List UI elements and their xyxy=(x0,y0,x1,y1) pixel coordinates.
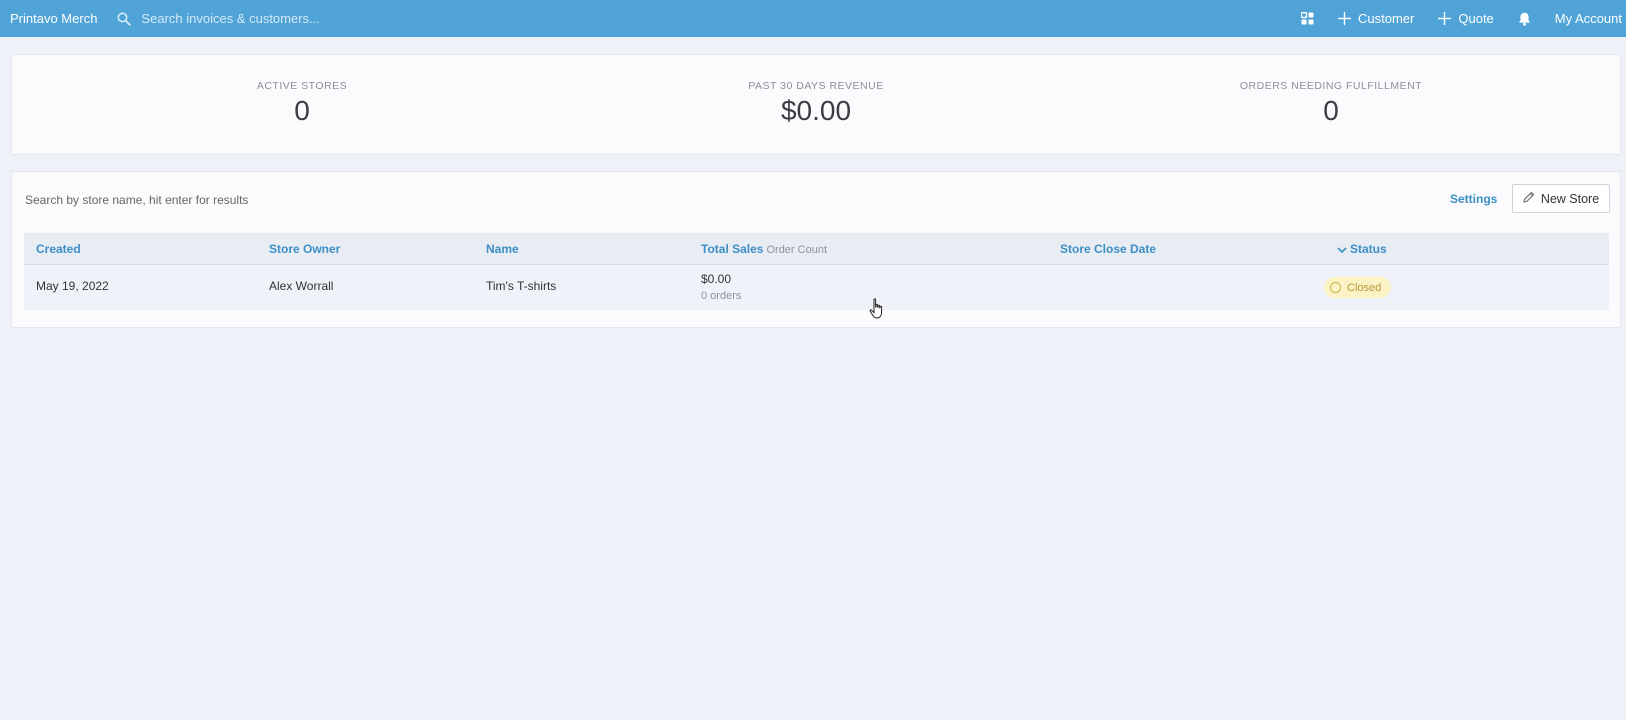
order-count-value: 0 orders xyxy=(701,290,742,302)
status-badge-label: Closed xyxy=(1347,281,1382,294)
grid-icon xyxy=(1301,12,1314,25)
top-right-actions: Customer Quote My Account xyxy=(1277,0,1622,37)
table-row[interactable]: May 19, 2022 Alex Worrall Tim's T-shirts… xyxy=(24,265,1609,310)
global-search xyxy=(117,11,442,26)
top-navigation-bar: Printavo Merch Customer Quote xyxy=(0,0,1626,37)
pencil-icon xyxy=(1523,191,1541,206)
column-header-status[interactable]: Status xyxy=(1337,242,1387,257)
brand-name[interactable]: Printavo Merch xyxy=(10,11,97,26)
my-account-menu[interactable]: My Account xyxy=(1555,11,1622,26)
order-count-label: Order Count xyxy=(766,244,827,256)
stat-label: ACTIVE STORES xyxy=(256,80,348,92)
status-badge: Closed xyxy=(1324,277,1392,298)
stat-active-stores: ACTIVE STORES 0 xyxy=(102,55,502,127)
new-store-label: New Store xyxy=(1540,191,1600,206)
settings-link[interactable]: Settings xyxy=(1450,192,1497,206)
stat-value: 0 xyxy=(294,95,310,126)
column-header-total-sales[interactable]: Total Sales Order Count xyxy=(701,242,827,256)
total-sales-value: $0.00 xyxy=(701,272,732,286)
notifications-button[interactable] xyxy=(1518,12,1531,26)
stat-past-30-days-revenue: PAST 30 DAYS REVENUE $0.00 xyxy=(616,55,1016,127)
cell-total-sales: $0.00 0 orders xyxy=(701,272,741,302)
cell-created: May 19, 2022 xyxy=(36,279,109,293)
column-header-name[interactable]: Name xyxy=(486,242,519,256)
column-header-store-owner[interactable]: Store Owner xyxy=(269,242,340,256)
total-sales-label: Total Sales xyxy=(701,242,764,256)
bell-icon xyxy=(1518,12,1531,26)
global-search-input[interactable] xyxy=(141,11,442,26)
circle-icon xyxy=(1330,282,1341,293)
stores-card: Settings New Store Created Store Owner N… xyxy=(11,171,1621,328)
column-header-created[interactable]: Created xyxy=(36,242,81,256)
stat-orders-needing-fulfillment: ORDERS NEEDING FULFILLMENT 0 xyxy=(1131,55,1531,127)
add-quote-label: Quote xyxy=(1458,11,1494,26)
stat-label: PAST 30 DAYS REVENUE xyxy=(748,80,884,92)
plus-icon xyxy=(1438,12,1452,25)
add-customer-label: Customer xyxy=(1358,11,1415,26)
stats-summary-card: ACTIVE STORES 0 PAST 30 DAYS REVENUE $0.… xyxy=(11,54,1621,155)
store-search-input[interactable] xyxy=(25,193,425,207)
plus-icon xyxy=(1338,12,1352,25)
add-quote-button[interactable]: Quote xyxy=(1438,11,1494,26)
search-icon xyxy=(117,12,132,26)
apps-grid-button[interactable] xyxy=(1301,12,1314,25)
stores-table-header: Created Store Owner Name Total Sales Orde… xyxy=(24,233,1609,265)
hand-pointer-icon xyxy=(869,298,887,325)
cell-store-name[interactable]: Tim's T-shirts xyxy=(486,279,556,293)
new-store-button[interactable]: New Store xyxy=(1512,184,1610,213)
stat-value: $0.00 xyxy=(780,95,852,126)
chevron-down-icon xyxy=(1337,243,1347,257)
add-customer-button[interactable]: Customer xyxy=(1338,11,1414,26)
column-header-store-close-date[interactable]: Store Close Date xyxy=(1060,242,1156,256)
cell-store-owner: Alex Worrall xyxy=(269,279,334,293)
stat-value: 0 xyxy=(1323,95,1339,126)
status-label: Status xyxy=(1350,242,1387,256)
stat-label: ORDERS NEEDING FULFILLMENT xyxy=(1239,80,1423,92)
